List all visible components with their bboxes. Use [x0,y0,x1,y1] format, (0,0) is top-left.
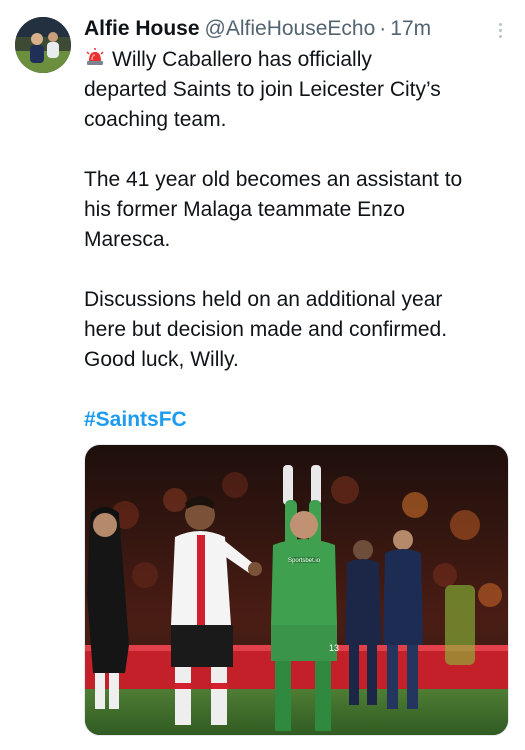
hashtag-link[interactable]: #SaintsFC [84,405,514,435]
paragraph-1-line-1: Willy Caballero has officially [112,48,372,71]
paragraph-2: The 41 year old becomes an assistant to … [84,165,514,255]
paragraph-3-line-1: Discussions held on an additional year [84,288,443,311]
tweet-header: Alfie House @AlfieHouseEcho · 17m [84,15,431,43]
tweet-text: Willy Caballero has officially departed … [84,45,514,435]
avatar-image [15,17,71,73]
timestamp[interactable]: 17m [390,15,431,43]
author-name[interactable]: Alfie House [84,15,200,43]
paragraph-3: Discussions held on an additional year h… [84,285,514,375]
paragraph-3-line-2: here but decision made and confirmed. [84,318,448,341]
paragraph-1-line-3: coaching team. [84,108,227,131]
tweet[interactable]: Alfie House @AlfieHouseEcho · 17m Willy … [0,0,525,750]
paragraph-2-line-1: The 41 year old becomes an assistant to [84,168,463,191]
sponsor-text: Sportsbet.io [288,558,321,564]
paragraph-1-line-2: departed Saints to join Leicester City’s [84,78,441,101]
paragraph-1: Willy Caballero has officially departed … [84,45,514,135]
police-light-emoji-icon [86,48,104,65]
paragraph-3-line-3: Good luck, Willy. [84,348,239,371]
separator-dot: · [379,17,387,40]
author-handle[interactable]: @AlfieHouseEcho [205,15,376,43]
paragraph-2-line-2: his former Malaga teammate Enzo [84,198,405,221]
tweet-photo[interactable]: Sportsbet.io 13 [84,444,509,736]
shirt-number: 13 [329,643,339,653]
photo-football-players: Sportsbet.io 13 [85,445,508,735]
avatar[interactable] [15,17,71,73]
paragraph-2-line-3: Maresca. [84,228,171,251]
more-options-icon[interactable] [490,18,510,42]
